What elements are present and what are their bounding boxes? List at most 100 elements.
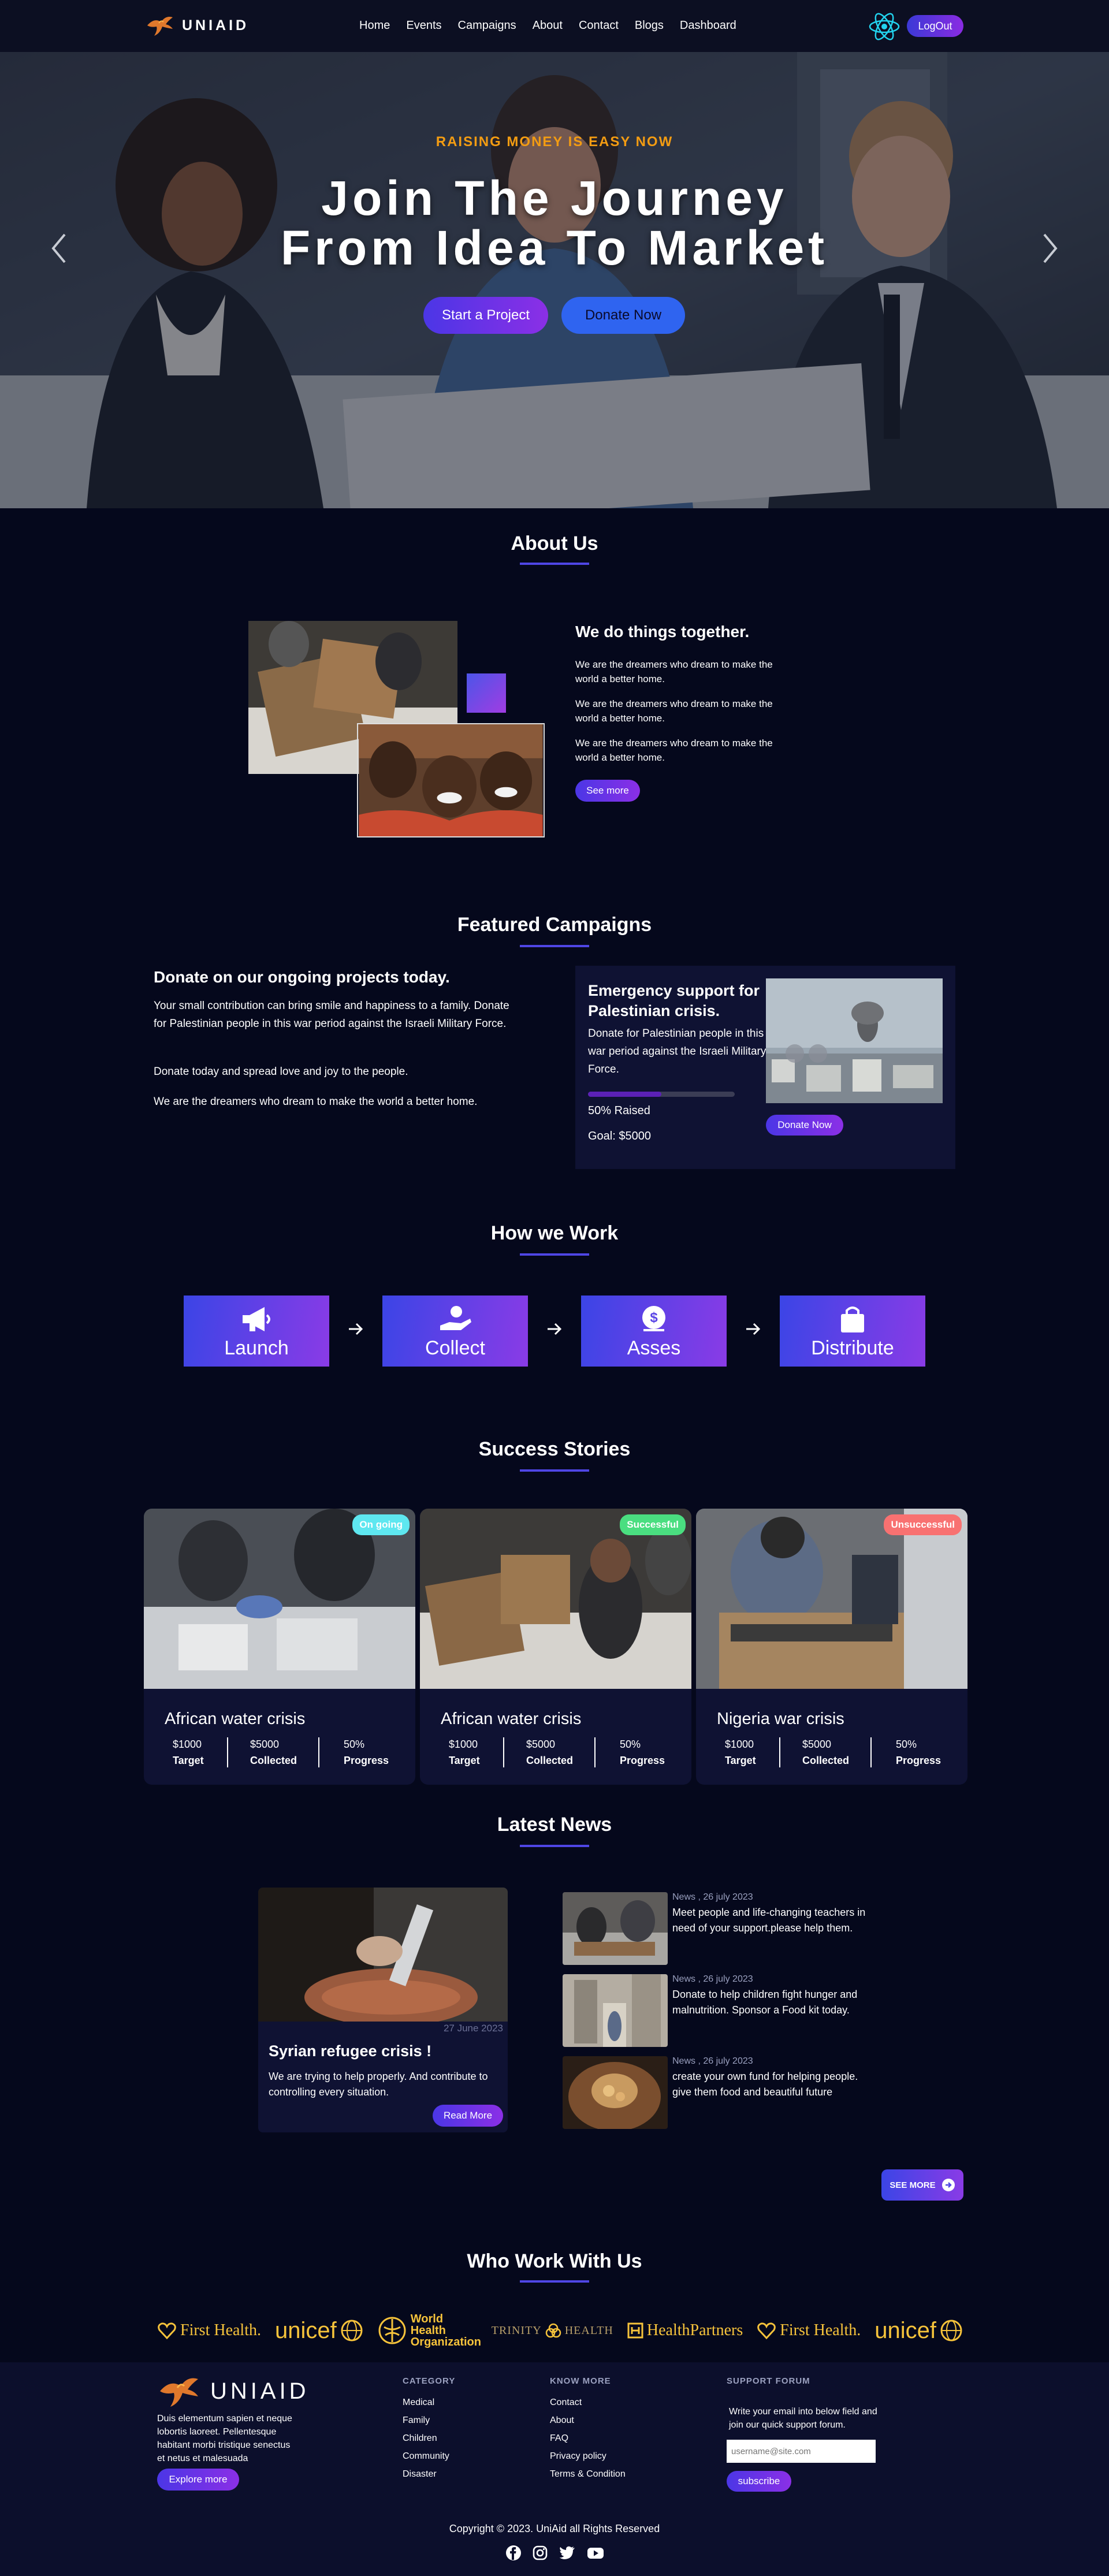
step-label: Distribute (811, 1337, 894, 1359)
partner-name: HealthPartners (646, 2321, 743, 2339)
footer-link-children[interactable]: Children (403, 2429, 449, 2447)
footer-brand-logo[interactable]: UNIAID (157, 2374, 310, 2409)
story-divider (318, 1737, 319, 1767)
partner-name: First Health. (180, 2321, 261, 2339)
story-progress-value: 50% (620, 1739, 641, 1750)
footer-link-disaster[interactable]: Disaster (403, 2465, 449, 2483)
news-feature-image (258, 1888, 508, 2022)
featured-title-underline (520, 945, 589, 947)
partner-name: World Health Organization (410, 2313, 481, 2348)
hero-title-line1: Join The Journey (321, 171, 788, 225)
brand-logo[interactable]: UNIAID (146, 14, 249, 37)
story-collected: $5000 Collected (802, 1736, 849, 1769)
top-navbar: UNIAID Home Events Campaigns About Conta… (0, 0, 1109, 52)
react-icon[interactable] (868, 10, 900, 43)
subscribe-button[interactable]: subscribe (727, 2471, 791, 2492)
money-bag-icon: $ (642, 1306, 665, 1331)
logout-button[interactable]: LogOut (907, 15, 963, 37)
partner-who-logo: World Health Organization (377, 2313, 481, 2348)
news-item-meta: News , 26 july 2023 (672, 1892, 753, 1902)
news-item-image (563, 2056, 668, 2129)
step-label: Asses (627, 1337, 681, 1359)
nav-contact[interactable]: Contact (579, 19, 619, 32)
step-label: Collect (425, 1337, 485, 1359)
about-see-more-button[interactable]: See more (575, 780, 640, 802)
footer-link-faq[interactable]: FAQ (550, 2429, 626, 2447)
arrow-right-icon (548, 1323, 562, 1335)
carousel-next-icon[interactable] (1039, 231, 1062, 266)
campaign-donate-button[interactable]: Donate Now (766, 1115, 843, 1136)
step-launch: Launch (184, 1296, 329, 1367)
story-target-value: $1000 (173, 1739, 202, 1750)
news-section-title: Latest News (497, 1814, 612, 1836)
about-image-children (357, 723, 545, 837)
campaign-title: Emergency support for Palestinian crisis… (588, 982, 760, 1019)
partners-title-underline (520, 2280, 589, 2283)
site-footer: UNIAID Duis elementum sapien et neque lo… (0, 2362, 1109, 2576)
partner-healthpartners-logo: HealthPartners (627, 2321, 743, 2340)
hero-background-image (0, 52, 1109, 508)
news-item-text: create your own fund for helping people.… (672, 2071, 858, 2098)
partner-logos: First Health. unicef World Health Organi… (157, 2310, 963, 2351)
page-root: { "nav": { "brand": "UNIAID", "links": [… (0, 0, 1109, 2576)
how-section-title: How we Work (490, 1222, 619, 1244)
nav-campaigns[interactable]: Campaigns (458, 19, 516, 32)
news-list-item[interactable]: News , 26 july 2023 Meet people and life… (563, 1892, 874, 1965)
footer-link-about[interactable]: About (550, 2411, 626, 2429)
story-card[interactable]: Successful African water crisis $1000 Tar… (420, 1509, 691, 1785)
nav-events[interactable]: Events (406, 19, 441, 32)
story-status-badge: Unsuccessful (884, 1514, 962, 1535)
see-more-button[interactable]: SEE MORE (881, 2169, 963, 2201)
hero-title-line2: From Idea To Market (280, 221, 829, 275)
story-target-label: Target (173, 1755, 204, 1766)
footer-link-privacy[interactable]: Privacy policy (550, 2447, 626, 2465)
nav-home[interactable]: Home (359, 19, 390, 32)
twitter-icon[interactable] (559, 2545, 576, 2561)
news-item-text: Meet people and life-changing teachers i… (672, 1907, 866, 1934)
healthpartners-icon (627, 2322, 643, 2339)
news-list-item[interactable]: News , 26 july 2023 create your own fund… (563, 2056, 874, 2129)
story-progress-value: 50% (896, 1739, 917, 1750)
carousel-prev-icon[interactable] (47, 231, 70, 266)
nav-dashboard[interactable]: Dashboard (680, 19, 736, 32)
story-card[interactable]: On going African water crisis $1000 Targe… (144, 1509, 415, 1785)
news-list-item[interactable]: News , 26 july 2023 Donate to help child… (563, 1974, 874, 2047)
brand-name: UNIAID (182, 17, 250, 33)
partner-unicef-logo: unicef (275, 2318, 363, 2344)
story-target-label: Target (725, 1755, 756, 1766)
story-status-badge: On going (352, 1514, 410, 1535)
partner-unicef-logo: unicef (874, 2318, 963, 2344)
footer-link-medical[interactable]: Medical (403, 2393, 449, 2411)
story-status-badge: Successful (620, 1514, 686, 1535)
story-divider (870, 1737, 872, 1767)
instagram-icon[interactable] (532, 2545, 548, 2561)
story-progress-label: Progress (344, 1755, 389, 1766)
story-target-label: Target (449, 1755, 480, 1766)
news-feature-card[interactable]: 27 June 2023 Syrian refugee crisis ! We … (258, 1888, 508, 2132)
step-asses: $ Asses (581, 1296, 727, 1367)
story-image (696, 1509, 967, 1689)
support-email-input[interactable] (727, 2440, 876, 2463)
footer-link-terms[interactable]: Terms & Condition (550, 2465, 626, 2483)
partners-section-title: Who Work With Us (467, 2250, 642, 2272)
explore-more-button[interactable]: Explore more (157, 2469, 239, 2491)
campaign-card: Emergency support for Palestinian crisis… (575, 966, 955, 1169)
featured-section-title: Featured Campaigns (457, 914, 652, 936)
footer-link-community[interactable]: Community (403, 2447, 449, 2465)
start-project-button[interactable]: Start a Project (423, 297, 548, 334)
partner-first-health-logo: First Health. (157, 2321, 261, 2340)
story-card[interactable]: Unsuccessful Nigeria war crisis $1000 Tar… (696, 1509, 967, 1785)
facebook-icon[interactable] (505, 2545, 522, 2561)
nav-blogs[interactable]: Blogs (635, 19, 664, 32)
footer-link-family[interactable]: Family (403, 2411, 449, 2429)
read-more-button[interactable]: Read More (433, 2105, 503, 2127)
hero-donate-button[interactable]: Donate Now (561, 297, 685, 334)
footer-link-contact[interactable]: Contact (550, 2393, 626, 2411)
featured-heading: Donate on our ongoing projects today. (154, 968, 450, 986)
partner-first-health-logo: First Health. (757, 2321, 861, 2340)
arrow-right-icon (746, 1323, 761, 1335)
copyright-text: Copyright © 2023. UniAid all Rights Rese… (449, 2523, 660, 2534)
youtube-icon[interactable] (586, 2545, 605, 2561)
nav-about[interactable]: About (533, 19, 563, 32)
campaign-progress-bar (588, 1092, 735, 1097)
